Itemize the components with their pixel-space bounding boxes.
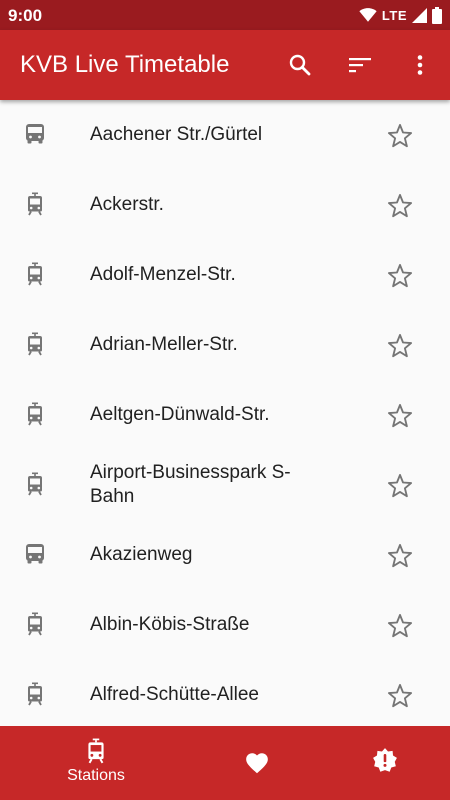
star-icon[interactable] xyxy=(386,332,414,360)
tram-icon xyxy=(28,612,42,636)
station-name: Albin-Köbis-Straße xyxy=(90,614,250,635)
station-row[interactable]: Akazienweg xyxy=(0,520,450,590)
alert-icon xyxy=(373,748,397,772)
star-icon[interactable] xyxy=(386,262,414,290)
bus-icon xyxy=(26,124,44,144)
station-row[interactable]: Airport-Businesspark S-Bahn xyxy=(0,450,450,520)
station-name: Airport-Businesspark S-Bahn xyxy=(90,462,291,507)
sort-button[interactable] xyxy=(346,51,374,79)
star-icon[interactable] xyxy=(386,192,414,220)
station-name: Aachener Str./Gürtel xyxy=(90,124,263,145)
bottom-navigation: Stations xyxy=(0,726,450,800)
status-bar: 9:00 LTE xyxy=(0,0,450,30)
sort-icon xyxy=(349,58,371,73)
more-vert-icon xyxy=(417,55,423,75)
search-icon xyxy=(289,54,311,76)
nav-stations[interactable]: Stations xyxy=(21,726,171,800)
status-time: 9:00 xyxy=(8,6,43,25)
station-name: Adolf-Menzel-Str. xyxy=(90,264,236,285)
network-type: LTE xyxy=(381,7,407,23)
station-name: Aeltgen-Dünwald-Str. xyxy=(90,404,270,425)
overflow-menu-button[interactable] xyxy=(406,51,434,79)
station-name: Adrian-Meller-Str. xyxy=(90,334,238,355)
star-icon[interactable] xyxy=(386,542,414,570)
station-name: Ackerstr. xyxy=(90,194,164,215)
tram-icon xyxy=(28,262,42,286)
app-bar: KVB Live Timetable xyxy=(0,30,450,100)
star-icon[interactable] xyxy=(386,472,414,500)
signal-icon xyxy=(412,7,427,23)
tram-icon xyxy=(28,332,42,356)
tram-icon xyxy=(28,192,42,216)
nav-stations-label: Stations xyxy=(67,767,125,784)
station-row[interactable]: Adolf-Menzel-Str. xyxy=(0,240,450,310)
station-row[interactable]: Ackerstr. xyxy=(0,170,450,240)
star-icon[interactable] xyxy=(386,612,414,640)
station-name: Alfred-Schütte-Allee xyxy=(90,684,259,705)
tram-icon xyxy=(28,682,42,706)
station-name: Akazienweg xyxy=(90,544,193,565)
bus-icon xyxy=(26,544,44,564)
star-icon[interactable] xyxy=(386,122,414,150)
heart-icon xyxy=(246,753,268,774)
status-icons: LTE xyxy=(359,6,442,24)
station-row[interactable]: Albin-Köbis-Straße xyxy=(0,590,450,660)
tram-icon xyxy=(28,402,42,426)
station-list[interactable]: Aachener Str./Gürtel Ackerstr. Adolf-Menze… xyxy=(0,100,450,726)
tram-icon xyxy=(28,472,42,496)
battery-icon xyxy=(432,6,442,24)
station-row[interactable]: Adrian-Meller-Str. xyxy=(0,310,450,380)
station-row[interactable]: Alfred-Schütte-Allee xyxy=(0,660,450,726)
tram-icon xyxy=(88,738,104,764)
search-button[interactable] xyxy=(286,51,314,79)
station-row[interactable]: Aeltgen-Dünwald-Str. xyxy=(0,380,450,450)
nav-alerts[interactable] xyxy=(310,726,450,800)
star-icon[interactable] xyxy=(386,682,414,710)
wifi-icon xyxy=(359,8,377,22)
star-icon[interactable] xyxy=(386,402,414,430)
app-title: KVB Live Timetable xyxy=(20,51,230,78)
station-row[interactable]: Aachener Str./Gürtel xyxy=(0,100,450,170)
